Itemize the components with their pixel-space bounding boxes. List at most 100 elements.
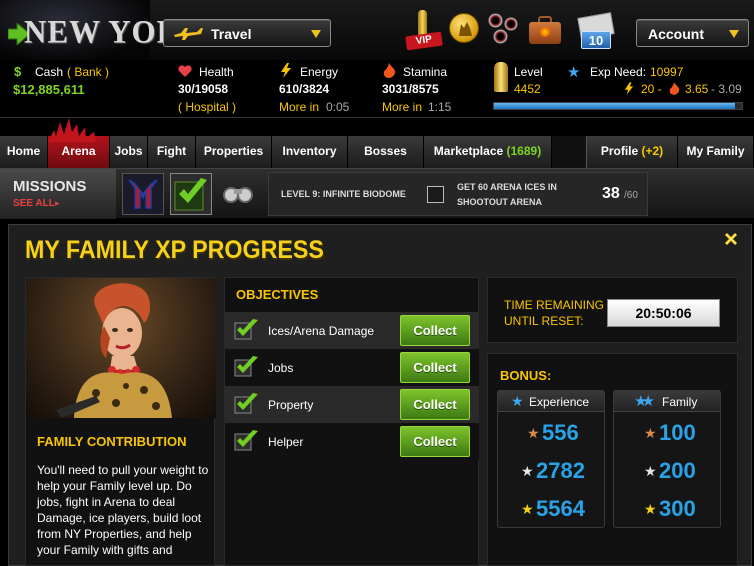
energy-more-label: More in xyxy=(279,100,320,114)
flame-icon xyxy=(669,82,680,95)
time-remaining-panel: TIME REMAINING UNTIL RESET: 20:50:06 xyxy=(487,277,738,343)
account-dropdown[interactable]: Account xyxy=(636,19,749,47)
travel-dropdown[interactable]: Travel xyxy=(163,19,331,47)
collect-button[interactable]: Collect xyxy=(400,389,470,420)
account-label: Account xyxy=(648,26,704,42)
contribution-text: You'll need to pull your weight to help … xyxy=(37,463,209,557)
mission-checkbox[interactable] xyxy=(427,186,444,203)
checkmark-icon xyxy=(234,356,258,377)
time-label-1: TIME REMAINING xyxy=(504,298,605,312)
collect-button[interactable]: Collect xyxy=(400,426,470,457)
main-nav: Home Arena Jobs Fight Properties Invento… xyxy=(0,136,754,168)
exp-need-value: 10997 xyxy=(650,65,684,79)
nav-home[interactable]: Home xyxy=(0,136,48,168)
objective-label: Helper xyxy=(268,435,304,449)
health-value: 30/19058 xyxy=(178,82,229,96)
bronze-star-icon: ★ xyxy=(644,425,657,441)
energy-more-time: 0:05 xyxy=(326,100,350,114)
nav-inventory[interactable]: Inventory xyxy=(272,136,348,168)
mail-inbox[interactable]: 10 xyxy=(575,11,617,51)
mission-task-line1: GET 60 ARENA ICES IN xyxy=(457,182,557,192)
health-label: Health xyxy=(199,65,234,79)
family-label: Family xyxy=(662,395,698,409)
top-bar: NEW YORK Travel VIP 10 Account xyxy=(0,0,754,60)
mission-task-line2: SHOOTOUT ARENA xyxy=(457,197,543,207)
checkmark-icon xyxy=(234,430,258,451)
mission-level-text: LEVEL 9: INFINITE BIODOME xyxy=(281,189,406,199)
bullet-icon xyxy=(418,10,427,36)
exp-progress-bar xyxy=(493,102,743,110)
objective-label: Property xyxy=(268,398,314,412)
nav-profile[interactable]: Profile (+2) xyxy=(586,136,678,168)
dollar-icon: $ xyxy=(14,64,22,79)
energy-label: Energy xyxy=(300,65,339,79)
contribution-title: FAMILY CONTRIBUTION xyxy=(37,434,187,449)
woman-character-illustration xyxy=(56,283,172,418)
collect-button[interactable]: Collect xyxy=(400,315,470,346)
family-bonus-3: 300 xyxy=(659,496,696,521)
gold-coin-icon[interactable] xyxy=(449,13,479,43)
missions-bar: MISSIONS SEE ALL ▸ LEVEL 9: INFINITE BIO… xyxy=(0,168,754,219)
vip-badge[interactable]: VIP xyxy=(404,10,444,51)
wolf-head-icon xyxy=(459,22,472,36)
nav-my-family[interactable]: My Family xyxy=(678,136,754,168)
character-portrait xyxy=(26,278,216,418)
objective-row: Ices/Arena Damage Collect xyxy=(225,312,479,349)
nav-bosses[interactable]: Bosses xyxy=(348,136,424,168)
current-mission[interactable]: LEVEL 9: INFINITE BIODOME GET 60 ARENA I… xyxy=(268,172,648,216)
bank-link[interactable]: ( Bank ) xyxy=(67,65,109,79)
devil-m-icon xyxy=(128,179,158,209)
flame-icon xyxy=(383,63,396,78)
stars-icon: ★★ xyxy=(634,393,655,410)
stamina-more-time: 1:15 xyxy=(428,100,452,114)
bullet-holes-icon[interactable] xyxy=(486,11,522,47)
ratio-total: - 3.09 xyxy=(711,82,742,96)
bronze-star-icon: ★ xyxy=(527,425,540,441)
bonus-title: BONUS: xyxy=(500,368,552,383)
missions-title: MISSIONS xyxy=(13,178,87,195)
chevron-down-icon xyxy=(311,30,321,38)
objectives-title: OBJECTIVES xyxy=(236,287,319,302)
close-icon[interactable] xyxy=(723,231,739,247)
mission-tab-complete[interactable] xyxy=(170,173,212,215)
nav-marketplace[interactable]: Marketplace (1689) xyxy=(424,136,552,168)
checkmark-icon xyxy=(234,319,258,340)
mission-progress-total: /60 xyxy=(624,190,638,201)
gold-star-icon: ★ xyxy=(644,501,657,517)
experience-bonus-3: 5564 xyxy=(536,496,585,521)
missions-header: MISSIONS SEE ALL ▸ xyxy=(0,169,116,219)
experience-bonus-1: 556 xyxy=(542,420,579,445)
see-all-link[interactable]: SEE ALL xyxy=(13,198,55,209)
level-value: 4452 xyxy=(514,82,541,96)
checkmark-icon xyxy=(234,393,258,414)
heart-icon xyxy=(178,65,192,77)
cash-value: $12,885,611 xyxy=(13,82,85,97)
marketplace-count: (1689) xyxy=(506,144,542,158)
energy-value: 610/3824 xyxy=(279,82,330,96)
airplane-icon xyxy=(174,28,203,40)
profile-count: (+2) xyxy=(641,144,664,158)
hospital-link[interactable]: ( Hospital ) xyxy=(178,100,236,114)
mission-tab-binoculars[interactable] xyxy=(218,173,260,215)
mission-tab-m[interactable] xyxy=(122,173,164,215)
collect-button[interactable]: Collect xyxy=(400,352,470,383)
nav-jobs[interactable]: Jobs xyxy=(110,136,148,168)
family-bonus-box: ★★ Family ★ 100 ★ 200 ★ 300 xyxy=(613,390,721,528)
lightning-icon xyxy=(281,63,291,78)
travel-label: Travel xyxy=(211,26,252,42)
experience-header: ★ Experience xyxy=(498,391,604,412)
vip-label: VIP xyxy=(405,31,443,51)
nav-properties[interactable]: Properties xyxy=(196,136,272,168)
exp-progress-fill xyxy=(494,103,735,109)
ratio-energy: 20 - xyxy=(641,82,662,96)
family-bonus-2: 200 xyxy=(659,458,696,483)
objectives-panel: OBJECTIVES Ices/Arena Damage Collect Job… xyxy=(224,277,479,566)
objective-row: Jobs Collect xyxy=(225,349,479,386)
stamina-label: Stamina xyxy=(403,65,448,79)
nav-fight[interactable]: Fight xyxy=(148,136,196,168)
profile-label: Profile xyxy=(600,144,639,158)
exp-need-label: Exp Need: xyxy=(590,65,647,79)
blood-splatter-icon xyxy=(48,118,96,142)
experience-bonus-2: 2782 xyxy=(536,458,585,483)
briefcase-icon[interactable] xyxy=(529,16,561,44)
